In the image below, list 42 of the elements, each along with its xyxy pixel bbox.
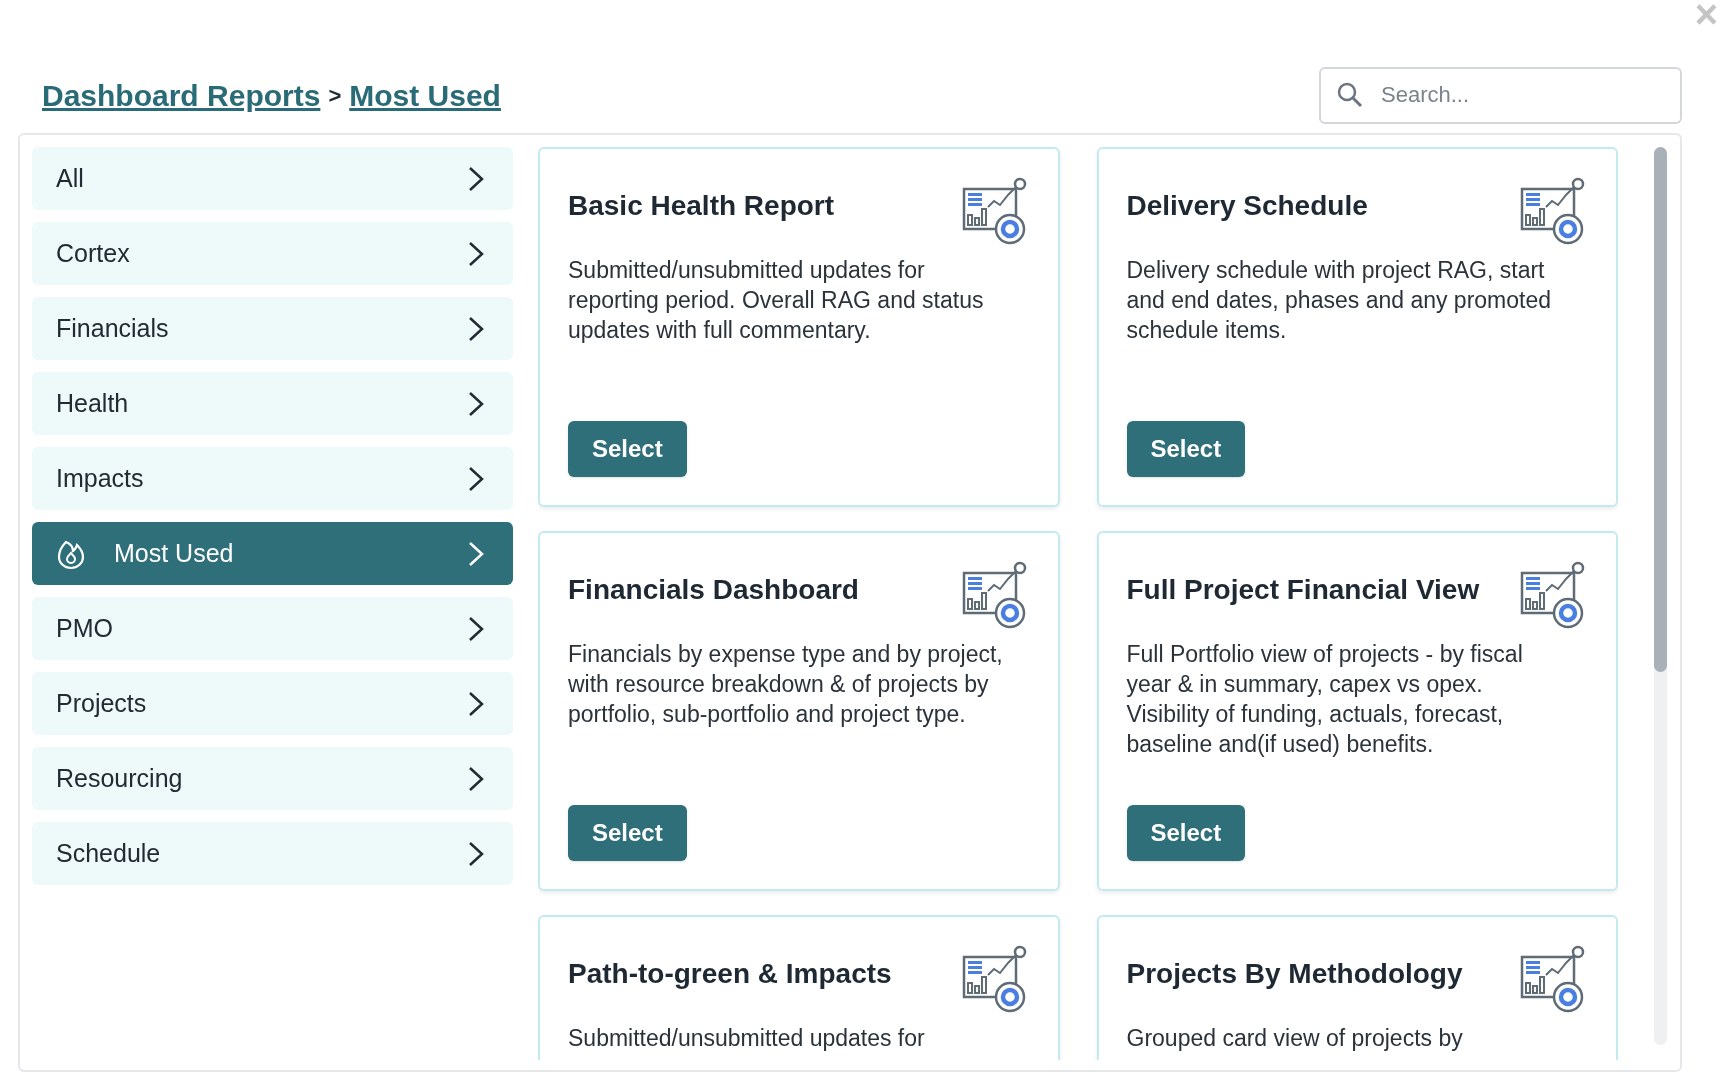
sidebar-item[interactable]: PMO [32,597,513,660]
select-button[interactable]: Select [568,421,687,477]
card-description: Submitted/unsubmitted updates for [568,1024,926,1053]
card-description: Delivery schedule with project RAG, start and end dates, phases and any promoted schedule items. [1126,256,1553,345]
chevron-right-icon [467,164,485,193]
sidebar-item[interactable]: Most Used [32,522,513,585]
chevron-right-icon [467,764,485,793]
sidebar-item[interactable]: Cortex [32,222,513,285]
sidebar-item[interactable]: Health [32,372,513,435]
breadcrumb-link[interactable]: Most Used [349,72,501,118]
card-title: Basic Health Report [568,189,835,223]
card-title: Path-to-green & Impacts [568,957,892,991]
breadcrumb-separator: > [328,81,342,110]
search-icon [1337,81,1363,108]
search-field[interactable]: Search... [1319,66,1682,124]
sidebar-item[interactable]: Schedule [32,822,513,885]
select-button[interactable]: Select [1126,805,1246,861]
sidebar-item[interactable]: Impacts [32,447,513,510]
card-description: Submitted/unsubmitted updates for reporting period. Overall RAG and status updates with full commentary. [568,256,985,345]
sidebar-item[interactable]: Financials [32,297,513,360]
card-title: Delivery Schedule [1126,189,1368,223]
select-button[interactable]: Select [568,805,687,861]
sidebar-item[interactable]: Resourcing [32,747,513,810]
card-title: Financials Dashboard [568,573,859,607]
chevron-right-icon [467,314,485,343]
select-button[interactable]: Select [1126,421,1246,477]
card-description: Grouped card view of projects by [1126,1024,1464,1053]
chevron-right-icon [467,239,485,268]
card-description: Full Portfolio view of projects - by fiscal year & in summary, capex vs opex. Visibility of funding, actuals, forecast, baseline and(if used) benefits. [1126,640,1524,759]
scrollbar-thumb[interactable] [1654,147,1667,672]
sidebar-item[interactable]: All [32,147,513,210]
sidebar-item[interactable]: Projects [32,672,513,735]
card-title: Full Project Financial View [1126,573,1480,607]
chevron-right-icon [467,689,485,718]
chevron-right-icon [467,539,485,568]
card-description: Financials by expense type and by project, with resource breakdown & of projects by portfolio, sub-portfolio and project type. [568,640,1003,729]
chevron-right-icon [467,464,485,493]
chevron-right-icon [467,614,485,643]
card-title: Projects By Methodology [1126,957,1463,991]
chevron-right-icon [467,839,485,868]
chevron-right-icon [467,389,485,418]
breadcrumb-link[interactable]: Dashboard Reports [42,72,321,118]
